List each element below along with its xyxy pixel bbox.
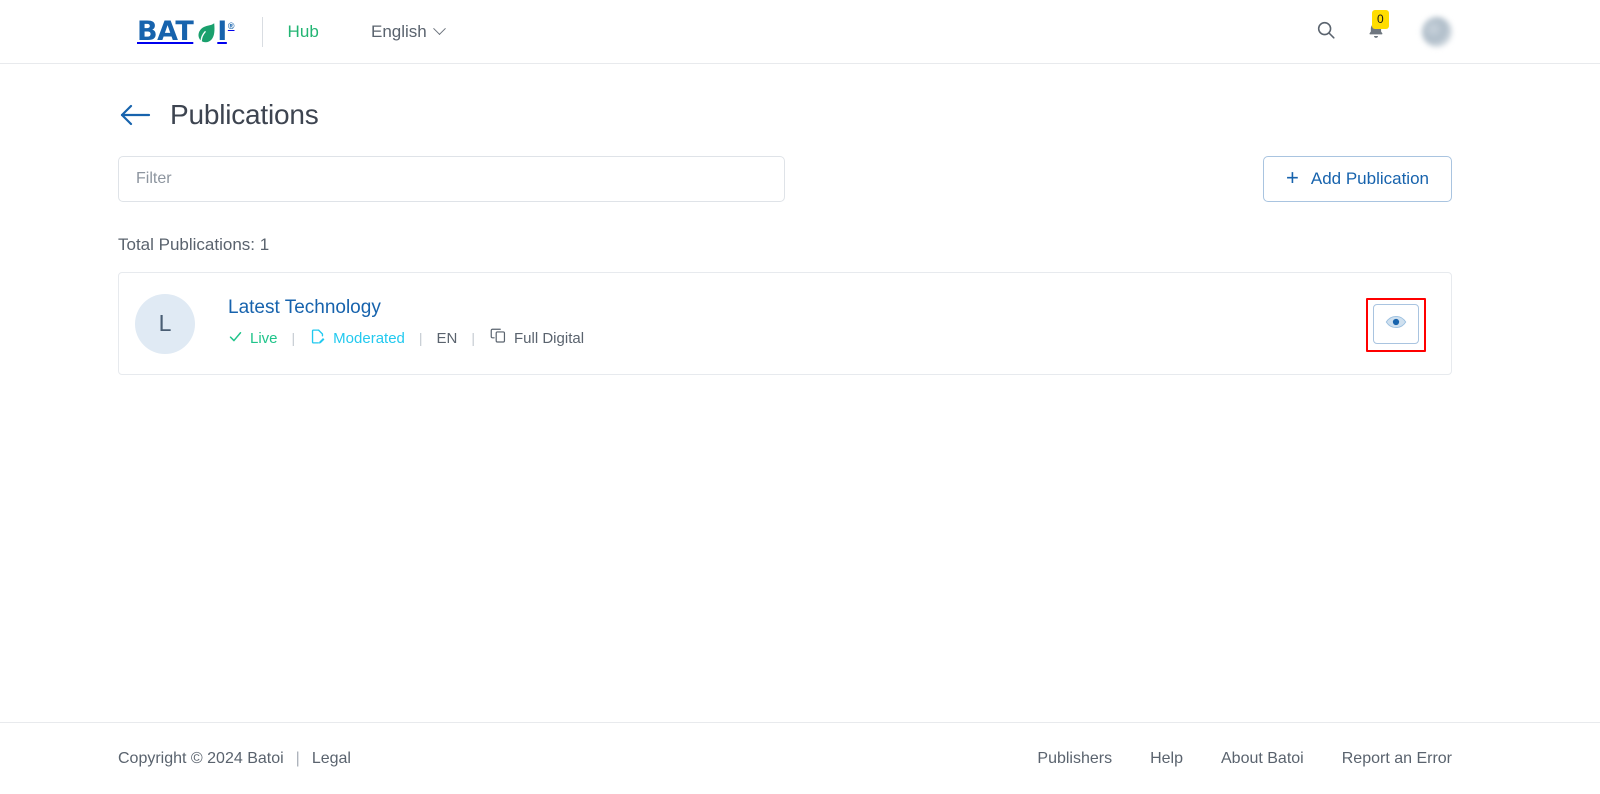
copyright-text: Copyright © 2024 Batoi bbox=[118, 749, 284, 767]
footer-link-publishers[interactable]: Publishers bbox=[1037, 750, 1112, 768]
publications-list: L Latest Technology Live | Moderated | E… bbox=[118, 272, 1452, 375]
language-selector-label: English bbox=[370, 21, 427, 41]
publication-moderation-label: Moderated bbox=[333, 329, 405, 347]
toolbar: + Add Publication bbox=[118, 156, 1452, 202]
logo-text-before: BAT bbox=[137, 15, 194, 47]
publication-format: Full Digital bbox=[489, 327, 584, 349]
document-edit-icon bbox=[309, 328, 326, 349]
meta-separator: | bbox=[418, 330, 423, 347]
back-button[interactable] bbox=[118, 103, 152, 127]
footer-link-report-an-error[interactable]: Report an Error bbox=[1342, 750, 1452, 768]
logo-registered-mark: ® bbox=[227, 20, 235, 31]
brand-divider bbox=[262, 16, 264, 47]
top-navigation-bar: BAT I ® Hub English 0 bbox=[0, 0, 1600, 64]
publication-title-link[interactable]: Latest Technology bbox=[228, 297, 1373, 319]
batoi-logo[interactable]: BAT I ® bbox=[137, 15, 235, 47]
footer-separator: | bbox=[295, 749, 300, 767]
publication-status-label: Live bbox=[250, 329, 278, 347]
footer-link-help[interactable]: Help bbox=[1150, 750, 1183, 768]
publication-avatar: L bbox=[135, 293, 195, 354]
total-publications-label: Total Publications: 1 bbox=[118, 235, 270, 254]
publication-moderation: Moderated bbox=[309, 328, 405, 349]
language-selector[interactable]: English bbox=[370, 21, 446, 42]
meta-separator: | bbox=[471, 330, 476, 347]
notifications-button[interactable]: 0 bbox=[1362, 9, 1390, 46]
user-avatar[interactable] bbox=[1422, 16, 1452, 47]
add-publication-label: Add Publication bbox=[1310, 169, 1429, 188]
check-icon bbox=[228, 329, 243, 348]
search-button[interactable] bbox=[1312, 18, 1340, 46]
search-icon bbox=[1315, 19, 1337, 44]
hub-link[interactable]: Hub bbox=[287, 22, 319, 42]
publication-language: EN bbox=[436, 329, 458, 347]
publication-row: L Latest Technology Live | Moderated | E… bbox=[118, 272, 1452, 375]
publication-format-label: Full Digital bbox=[514, 329, 585, 347]
publication-status: Live bbox=[228, 329, 278, 348]
filter-input[interactable] bbox=[118, 156, 785, 202]
page-footer: Copyright © 2024 Batoi | Legal Publisher… bbox=[0, 722, 1600, 794]
copy-icon bbox=[489, 327, 507, 349]
footer-link-legal[interactable]: Legal bbox=[312, 750, 351, 768]
page-title: Publications bbox=[170, 99, 319, 130]
brand-block: BAT I ® Hub bbox=[137, 15, 319, 47]
logo-leaf-icon bbox=[193, 20, 217, 44]
app-root: BAT I ® Hub English 0 Publications Filte… bbox=[0, 0, 1600, 794]
publication-meta: Live | Moderated | EN | Full Digital bbox=[228, 327, 1373, 349]
footer-left: Copyright © 2024 Batoi | Legal bbox=[118, 750, 351, 768]
plus-icon: + bbox=[1286, 165, 1299, 190]
main-content: Publications + Add Publication Total Pub… bbox=[0, 64, 1600, 722]
logo-text-after: I bbox=[217, 15, 227, 47]
eye-icon bbox=[1385, 314, 1407, 333]
add-publication-button[interactable]: + Add Publication bbox=[1263, 156, 1452, 202]
chevron-down-icon bbox=[432, 22, 446, 36]
footer-links: Publishers Help About Batoi Report an Er… bbox=[1037, 750, 1452, 768]
view-publication-button[interactable] bbox=[1373, 303, 1419, 344]
publication-actions bbox=[1366, 297, 1426, 352]
page-header: Publications bbox=[118, 64, 1452, 131]
notification-count-badge: 0 bbox=[1372, 9, 1389, 29]
meta-separator: | bbox=[291, 330, 296, 347]
topbar-actions: 0 bbox=[1312, 9, 1452, 47]
footer-link-about-batoi[interactable]: About Batoi bbox=[1221, 750, 1304, 768]
publication-details: Latest Technology Live | Moderated | EN … bbox=[228, 297, 1373, 350]
